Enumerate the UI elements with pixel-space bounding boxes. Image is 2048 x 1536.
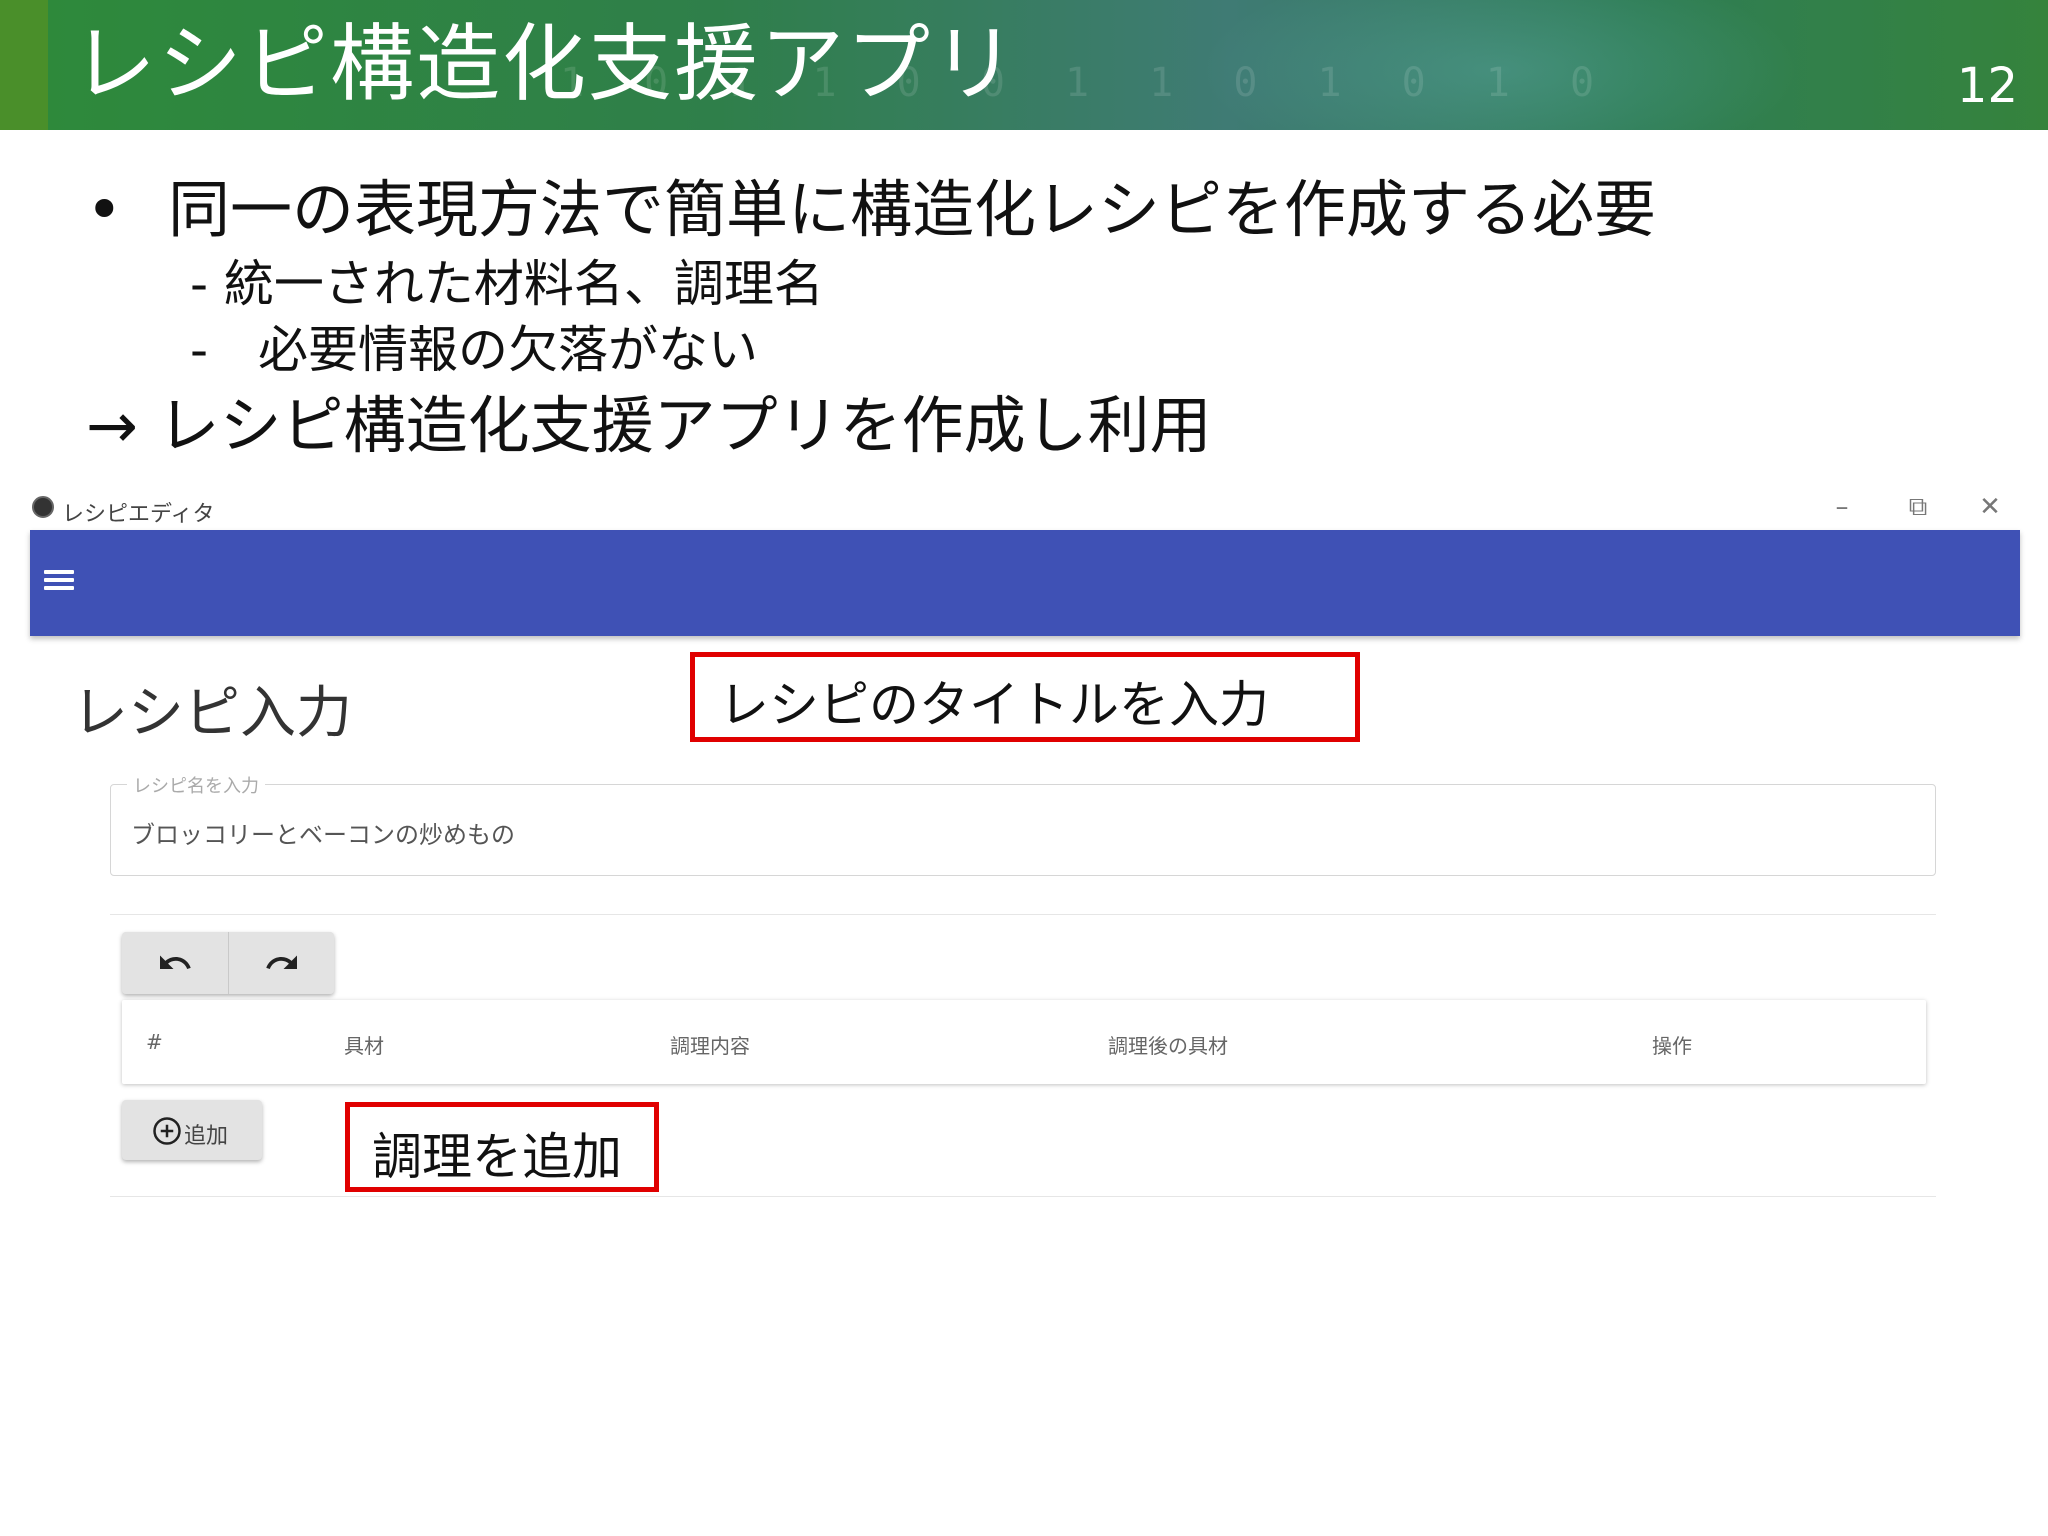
slide-header: 1 0 1 1 0 0 1 1 0 1 0 1 0 レシピ構造化支援アプリ 12 [0,0,2048,130]
add-circle-icon [153,1117,181,1145]
app-bar [30,530,2020,636]
header-accent-bar [0,0,48,130]
recipe-title-input[interactable] [129,811,1913,853]
divider [110,1196,1936,1197]
sub-point: - 統一された材料名、調理名 [190,255,824,313]
add-step-button[interactable]: 追加 [122,1100,262,1160]
column-header-number: # [146,1030,163,1054]
bullet-dot: • [86,173,123,246]
annotation-add-callout: 調理を追加 [345,1102,659,1192]
recipe-title-field[interactable]: レシピ名を入力 [110,772,1936,876]
bullet-main: • 同一の表現方法で簡単に構造化レシピを作成する必要 [86,170,1656,250]
bullet-main-text: 同一の表現方法で簡単に構造化レシピを作成する必要 [168,173,1657,246]
redo-icon [266,955,297,969]
redo-button[interactable] [228,932,334,994]
recipe-steps-table: # 具材 調理内容 調理後の具材 操作 [122,1000,1926,1084]
window-title: レシピエディタ [62,502,215,527]
conclusion-text: → レシピ構造化支援アプリを作成し利用 [86,389,1212,462]
app-logo-icon [32,496,54,518]
undo-redo-group [122,932,334,994]
undo-button[interactable] [122,932,228,994]
minimize-button[interactable]: – [1812,490,1872,524]
column-header-operations: 操作 [1652,1034,1692,1058]
annotation-add-text: 調理を追加 [372,1128,622,1186]
slide-page-number: 12 [1956,58,2018,114]
hamburger-menu-icon[interactable] [42,566,78,602]
annotation-title-callout: レシピのタイトルを入力 [690,652,1360,742]
recipe-title-label: レシピ名を入力 [127,772,265,798]
app-window: レシピエディタ – ⧉ ✕ レシピ入力 レシピ名を入力 # 具材 調理内容 調理… [30,488,2020,1228]
slide-title: レシピ構造化支援アプリ [72,15,1019,113]
column-header-result-ingredient: 調理後の具材 [1108,1034,1228,1058]
page-heading: レシピ入力 [72,681,352,746]
column-header-cooking-action: 調理内容 [670,1034,750,1058]
annotation-title-text: レシピのタイトルを入力 [719,676,1269,734]
close-button[interactable]: ✕ [1960,490,2020,524]
divider [110,914,1936,915]
window-titlebar: レシピエディタ – ⧉ ✕ [30,488,2020,530]
column-header-ingredients: 具材 [344,1034,384,1058]
sub-point: - 必要情報の欠落がない [190,321,759,379]
restore-button[interactable]: ⧉ [1888,490,1948,524]
add-step-label: 追加 [184,1124,229,1149]
undo-icon [160,955,191,969]
